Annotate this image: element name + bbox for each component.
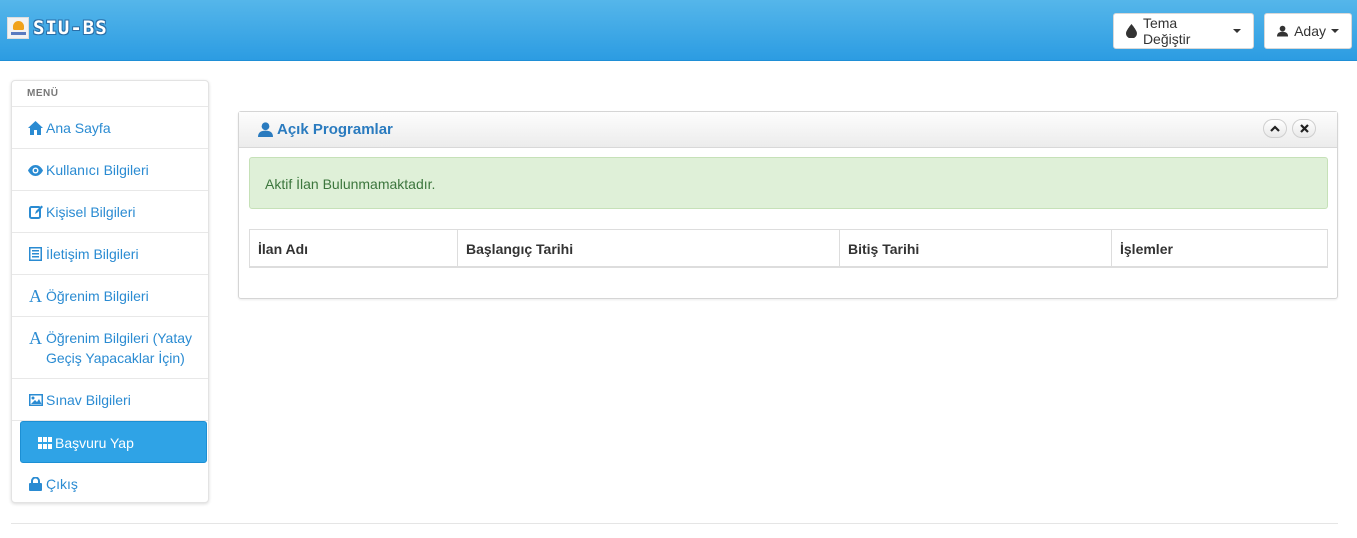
no-active-listing-alert: Aktif İlan Bulunmamaktadır. xyxy=(249,157,1328,209)
sidebar-item-cikis[interactable]: Çıkış xyxy=(12,463,208,505)
university-logo-icon xyxy=(7,17,29,39)
sidebar-item-ogrenim-bilgileri[interactable]: A Öğrenim Bilgileri xyxy=(12,275,208,317)
close-icon xyxy=(1299,124,1309,133)
list-icon xyxy=(28,244,43,264)
sidebar-item-basvuru-yap[interactable]: Başvuru Yap xyxy=(20,421,207,463)
brand-title: SIU-BS xyxy=(33,17,108,39)
user-icon xyxy=(258,122,273,137)
grid-icon xyxy=(37,433,52,453)
sidebar-menu: MENÜ Ana Sayfa Kullanıcı Bilgileri Kişis… xyxy=(11,80,209,503)
sidebar-item-iletisim-bilgileri[interactable]: İletişim Bilgileri xyxy=(12,233,208,275)
column-header-baslangic-tarihi: Başlangıç Tarihi xyxy=(458,230,840,267)
font-icon: A xyxy=(29,286,42,306)
sidebar-item-ana-sayfa[interactable]: Ana Sayfa xyxy=(12,107,208,149)
programs-table: İlan Adı Başlangıç Tarihi Bitiş Tarihi İ… xyxy=(249,229,1328,268)
home-icon xyxy=(28,118,43,138)
caret-down-icon xyxy=(1331,29,1339,33)
edit-icon xyxy=(28,202,43,222)
caret-down-icon xyxy=(1233,29,1241,33)
lock-icon xyxy=(28,474,43,494)
footer-divider xyxy=(11,523,1338,524)
chevron-up-icon xyxy=(1270,125,1280,132)
eye-icon xyxy=(28,160,43,180)
sidebar-item-ogrenim-bilgileri-yatay-gecis[interactable]: A Öğrenim Bilgileri (Yatay Geçiş Yapacak… xyxy=(12,317,208,379)
picture-icon xyxy=(28,390,43,410)
sidebar-item-kullanici-bilgileri[interactable]: Kullanıcı Bilgileri xyxy=(12,149,208,191)
panel-tools xyxy=(1263,119,1316,138)
open-programs-panel: Açık Programlar Aktif İlan Bulunmamaktad… xyxy=(238,111,1338,299)
panel-title: Açık Programlar xyxy=(277,121,393,138)
sidebar-item-kisisel-bilgileri[interactable]: Kişisel Bilgileri xyxy=(12,191,208,233)
user-icon xyxy=(1277,25,1289,37)
column-header-ilan-adi: İlan Adı xyxy=(250,230,458,267)
theme-change-label: Tema Değiştir xyxy=(1142,15,1191,47)
top-navbar: SIU-BS Tema Değiştir Aday xyxy=(0,0,1357,61)
column-header-bitis-tarihi: Bitiş Tarihi xyxy=(840,230,1112,267)
column-header-islemler: İşlemler xyxy=(1120,241,1173,257)
font-icon: A xyxy=(29,328,42,348)
close-button[interactable] xyxy=(1292,119,1316,138)
user-menu-label: Aday xyxy=(1294,23,1326,39)
collapse-button[interactable] xyxy=(1263,119,1287,138)
tint-icon xyxy=(1126,24,1137,38)
panel-header: Açık Programlar xyxy=(239,112,1337,148)
brand[interactable]: SIU-BS xyxy=(7,17,108,39)
user-menu-button[interactable]: Aday xyxy=(1264,13,1352,49)
sidebar-item-sinav-bilgileri[interactable]: Sınav Bilgileri xyxy=(12,379,208,421)
theme-change-button[interactable]: Tema Değiştir xyxy=(1113,13,1254,49)
menu-title: MENÜ xyxy=(12,81,208,107)
